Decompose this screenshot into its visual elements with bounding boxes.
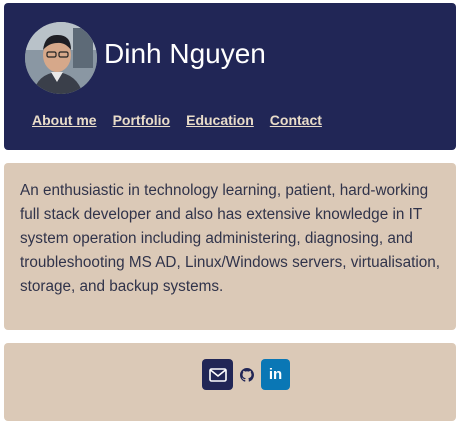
- profile-name: Dinh Nguyen: [104, 38, 266, 69]
- main-nav: About me Portfolio Education Contact: [32, 112, 338, 128]
- nav-link-contact[interactable]: Contact: [270, 112, 322, 128]
- github-button[interactable]: [233, 359, 261, 390]
- linkedin-icon: in: [268, 366, 283, 383]
- social-card: in: [4, 343, 456, 421]
- linkedin-button[interactable]: in: [261, 359, 290, 390]
- profile-header: Dinh Nguyen About me Portfolio Education…: [4, 3, 456, 150]
- envelope-icon: [208, 367, 227, 382]
- nav-link-about-me[interactable]: About me: [32, 112, 97, 128]
- github-icon: [240, 367, 254, 382]
- bio-card: An enthusiastic in technology learning, …: [4, 163, 456, 330]
- avatar: [25, 22, 97, 94]
- nav-link-portfolio[interactable]: Portfolio: [113, 112, 171, 128]
- nav-link-education[interactable]: Education: [186, 112, 254, 128]
- email-button[interactable]: [202, 359, 233, 390]
- social-links: in: [202, 359, 290, 390]
- bio-text: An enthusiastic in technology learning, …: [20, 182, 440, 295]
- avatar-photo: [25, 22, 97, 94]
